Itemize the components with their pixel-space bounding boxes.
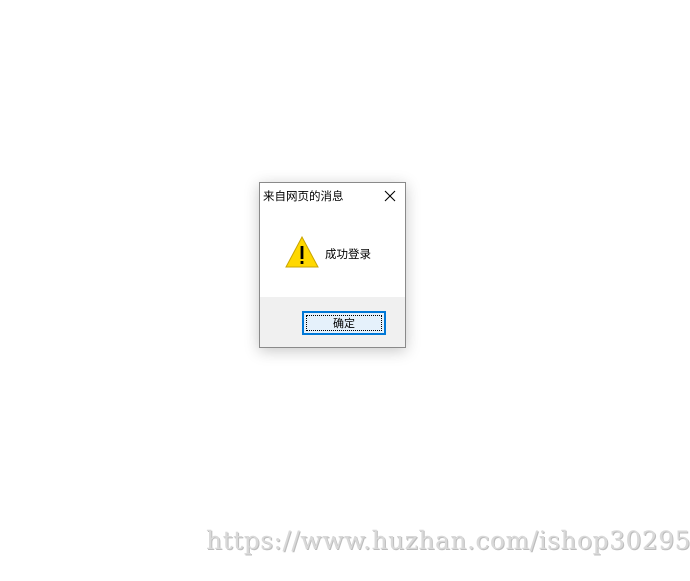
dialog-titlebar[interactable]: 来自网页的消息	[260, 183, 405, 211]
close-button[interactable]	[375, 183, 405, 209]
close-icon	[384, 190, 396, 202]
warning-icon	[285, 236, 319, 268]
dialog-body: 成功登录	[260, 211, 405, 297]
ok-button[interactable]: 确定	[302, 311, 386, 335]
watermark-url: https://www.huzhan.com/ishop30295	[206, 526, 690, 555]
dialog-footer: 确定	[260, 297, 405, 347]
web-page-background: 来自网页的消息 成功登录 确定 https://www.huzhan.com/i…	[0, 0, 690, 581]
ok-button-label: 确定	[333, 317, 355, 330]
dialog-title: 来自网页的消息	[263, 189, 344, 203]
dialog-message: 成功登录	[325, 247, 371, 261]
alert-dialog: 来自网页的消息 成功登录 确定	[259, 182, 406, 348]
